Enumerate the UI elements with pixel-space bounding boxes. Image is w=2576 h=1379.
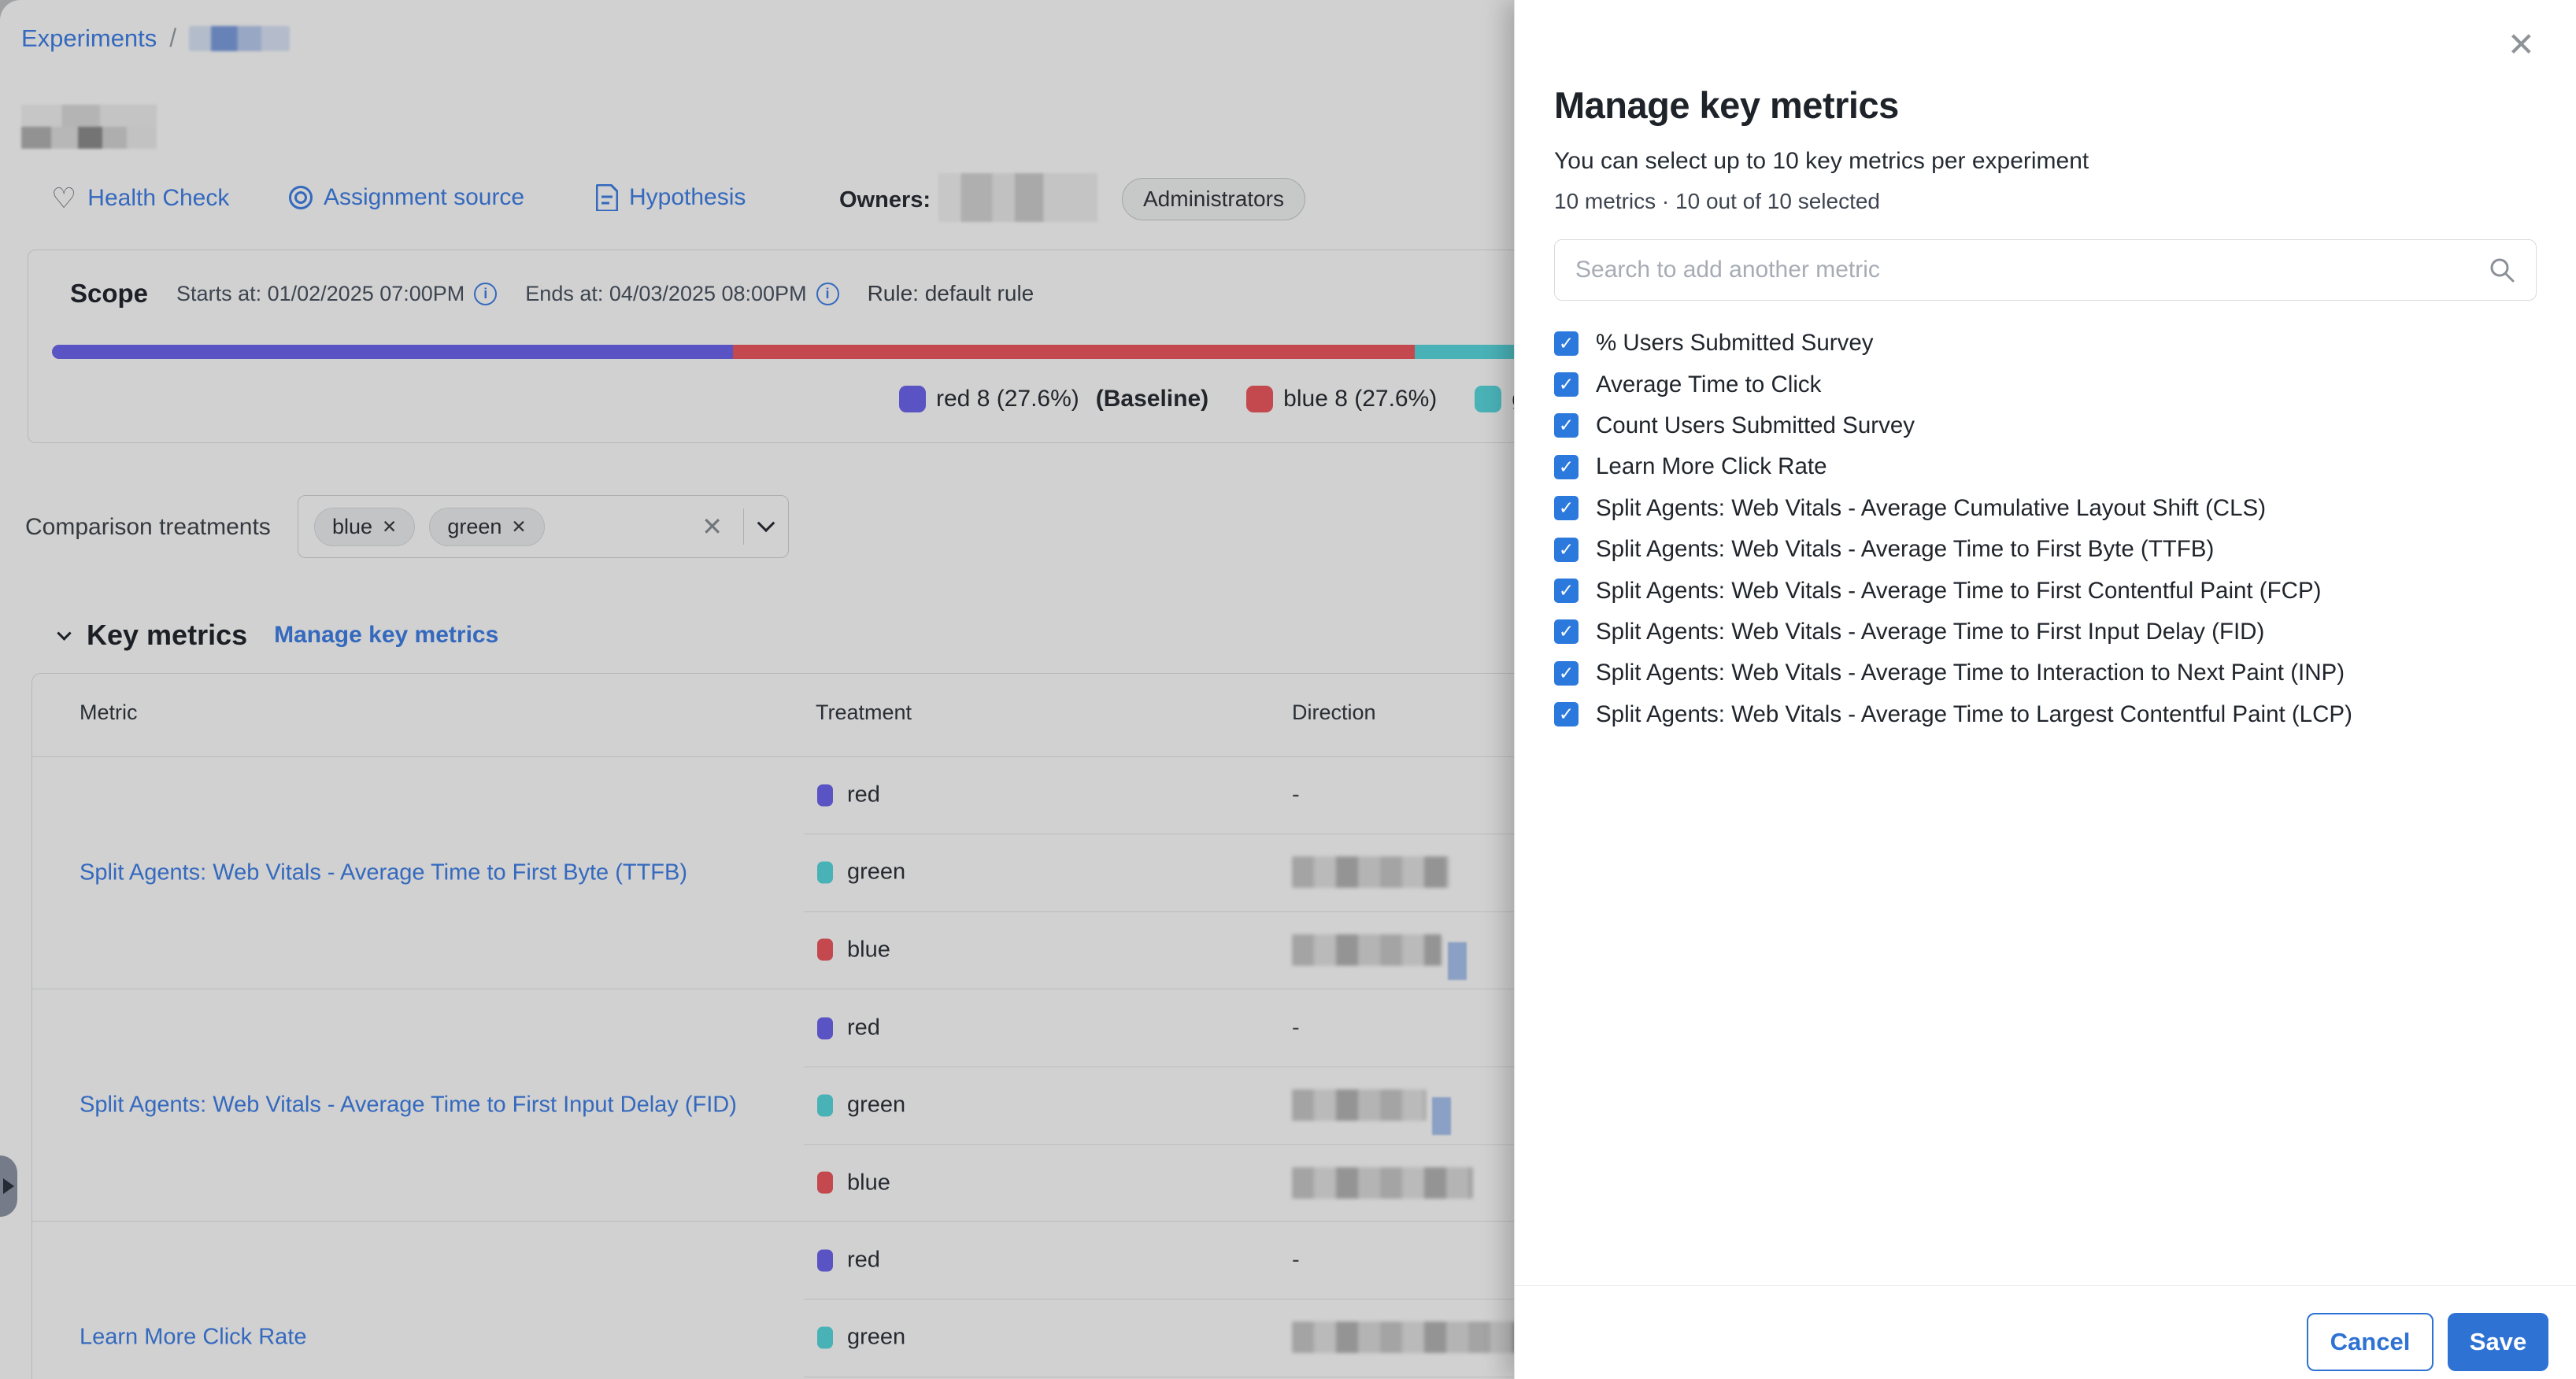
metric-option-label: Split Agents: Web Vitals - Average Time … xyxy=(1596,701,2352,728)
drawer-title: Manage key metrics xyxy=(1554,83,1899,127)
search-icon xyxy=(2489,257,2515,283)
checkbox-checked[interactable]: ✓ xyxy=(1554,579,1579,603)
list-item[interactable]: ✓ Learn More Click Rate xyxy=(1554,446,2545,487)
checkbox-checked[interactable]: ✓ xyxy=(1554,496,1579,520)
footer-divider xyxy=(1515,1285,2576,1286)
metric-option-label: Average Time to Click xyxy=(1596,372,1821,398)
metric-option-label: Split Agents: Web Vitals - Average Time … xyxy=(1596,536,2214,563)
metric-option-label: % Users Submitted Survey xyxy=(1596,330,1874,357)
checkbox-checked[interactable]: ✓ xyxy=(1554,455,1579,479)
list-item[interactable]: ✓ Split Agents: Web Vitals - Average Time… xyxy=(1554,570,2545,611)
manage-key-metrics-drawer: ✕ Manage key metrics You can select up t… xyxy=(1514,0,2576,1379)
list-item[interactable]: ✓ Split Agents: Web Vitals - Average Time… xyxy=(1554,694,2545,735)
metric-option-label: Split Agents: Web Vitals - Average Time … xyxy=(1596,578,2321,604)
list-item[interactable]: ✓ Count Users Submitted Survey xyxy=(1554,405,2545,446)
list-item[interactable]: ✓ Split Agents: Web Vitals - Average Time… xyxy=(1554,612,2545,653)
metric-option-label: Split Agents: Web Vitals - Average Time … xyxy=(1596,619,2264,645)
save-button[interactable]: Save xyxy=(2448,1313,2548,1371)
list-item[interactable]: ✓ Split Agents: Web Vitals - Average Time… xyxy=(1554,653,2545,693)
metric-option-label: Learn More Click Rate xyxy=(1596,453,1827,480)
list-item[interactable]: ✓ Split Agents: Web Vitals - Average Time… xyxy=(1554,529,2545,570)
close-icon[interactable]: ✕ xyxy=(2508,28,2535,61)
checkbox-checked[interactable]: ✓ xyxy=(1554,372,1579,397)
checkbox-checked[interactable]: ✓ xyxy=(1554,538,1579,562)
drawer-subtitle: You can select up to 10 key metrics per … xyxy=(1554,148,2089,175)
metric-option-label: Count Users Submitted Survey xyxy=(1596,412,1915,439)
metrics-count-line: 10 metrics · 10 out of 10 selected xyxy=(1554,189,1880,214)
cancel-button[interactable]: Cancel xyxy=(2307,1313,2434,1371)
screen: Experiments / ♡ Health Check Assignment … xyxy=(0,0,2576,1379)
checkbox-checked[interactable]: ✓ xyxy=(1554,619,1579,644)
list-item[interactable]: ✓ Split Agents: Web Vitals - Average Cumu… xyxy=(1554,488,2545,529)
list-item[interactable]: ✓ Average Time to Click xyxy=(1554,364,2545,405)
checkbox-checked[interactable]: ✓ xyxy=(1554,331,1579,356)
search-input[interactable] xyxy=(1575,257,2489,283)
metric-option-label: Split Agents: Web Vitals - Average Time … xyxy=(1596,660,2345,686)
metric-search-box xyxy=(1554,239,2537,301)
checkbox-checked[interactable]: ✓ xyxy=(1554,702,1579,726)
metric-option-label: Split Agents: Web Vitals - Average Cumul… xyxy=(1596,495,2266,522)
metric-checkbox-list: ✓ % Users Submitted Survey ✓ Average Time … xyxy=(1554,323,2545,735)
checkbox-checked[interactable]: ✓ xyxy=(1554,413,1579,438)
checkbox-checked[interactable]: ✓ xyxy=(1554,661,1579,686)
list-item[interactable]: ✓ % Users Submitted Survey xyxy=(1554,323,2545,364)
